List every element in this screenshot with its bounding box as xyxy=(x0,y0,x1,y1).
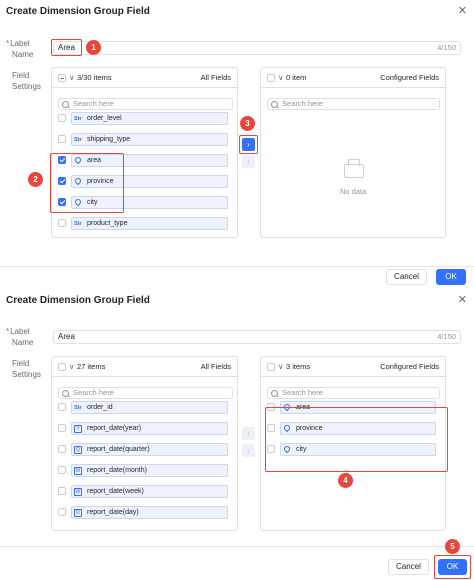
date-type-icon: Q xyxy=(74,445,82,454)
dialog-title: Create Dimension Group Field xyxy=(6,6,150,17)
list-item[interactable]: Qreport_date(quarter) xyxy=(71,443,228,456)
item-checkbox[interactable] xyxy=(58,466,66,474)
list-item[interactable]: Mreport_date(month) xyxy=(71,464,228,477)
list-item-label: report_date(day) xyxy=(87,509,139,516)
search-input[interactable]: Search here xyxy=(58,98,233,110)
annotation-box-3 xyxy=(239,135,258,154)
item-checkbox[interactable] xyxy=(58,114,66,122)
close-icon[interactable]: ✕ xyxy=(458,293,467,306)
list-item-label: report_date(year) xyxy=(87,425,142,432)
move-left-button[interactable]: ‹ xyxy=(242,444,255,457)
list-item[interactable]: Str product_type xyxy=(71,217,228,230)
annotation-box-5 xyxy=(434,555,471,579)
panel-title: Configured Fields xyxy=(380,362,439,371)
search-icon xyxy=(62,390,69,397)
panel-header: ∨ 3 items Configured Fields xyxy=(261,357,445,377)
list-item-label: report_date(week) xyxy=(87,488,144,495)
list-item[interactable]: Yreport_date(year) xyxy=(71,422,228,435)
item-checkbox[interactable] xyxy=(58,403,66,411)
empty-inbox-icon xyxy=(344,159,364,178)
label-name-input[interactable]: Area 4/150 xyxy=(53,330,461,344)
string-type-icon: Str xyxy=(74,137,82,143)
char-count: 4/150 xyxy=(437,43,456,52)
list-item-label: shipping_type xyxy=(87,136,131,143)
annotation-badge-1: 1 xyxy=(86,40,101,55)
panel-title: All Fields xyxy=(200,73,231,82)
string-type-icon: Str xyxy=(74,221,82,227)
move-left-button[interactable]: ‹ xyxy=(242,155,255,168)
move-right-button[interactable]: › xyxy=(242,427,255,440)
annotation-box-4 xyxy=(265,407,448,472)
dialog-title: Create Dimension Group Field xyxy=(6,295,150,306)
configured-fields-panel: ∨ 0 item Configured Fields Search here N… xyxy=(260,67,446,238)
date-type-icon: W xyxy=(74,487,82,496)
panel-header: ∨ 27 items All Fields xyxy=(52,357,237,377)
panel-header: ∨ 0 item Configured Fields xyxy=(261,68,445,88)
item-checkbox[interactable] xyxy=(58,445,66,453)
item-checkbox[interactable] xyxy=(58,424,66,432)
item-count: 3 items xyxy=(286,362,311,371)
close-icon[interactable]: ✕ xyxy=(458,4,467,17)
string-type-icon: Str xyxy=(74,116,82,122)
cancel-button[interactable]: Cancel xyxy=(388,559,429,575)
list-item[interactable]: Str shipping_type xyxy=(71,133,228,146)
ok-button[interactable]: OK xyxy=(436,269,466,285)
annotation-badge-3: 3 xyxy=(240,116,255,131)
item-count: 3/30 items xyxy=(77,73,112,82)
all-fields-panel: ∨ 27 items All Fields Search here Str ord… xyxy=(51,356,238,531)
list-item-label: order_level xyxy=(87,115,122,122)
list-item-label: report_date(month) xyxy=(87,467,147,474)
label-name-input[interactable]: Area 4/150 xyxy=(53,41,461,55)
bottom-dialog: Create Dimension Group Field ✕ *Label Nam… xyxy=(0,290,474,580)
item-checkbox[interactable] xyxy=(58,487,66,495)
date-type-icon: Y xyxy=(74,424,82,433)
list-item-label: order_id xyxy=(87,404,113,411)
date-type-icon: M xyxy=(74,466,82,475)
empty-text: No data xyxy=(340,187,367,196)
search-input[interactable]: Search here xyxy=(58,387,233,399)
char-count: 4/150 xyxy=(437,332,456,341)
list-item[interactable]: Dreport_date(day) xyxy=(71,506,228,519)
annotation-box-1 xyxy=(51,39,82,56)
annotation-badge-2: 2 xyxy=(28,172,43,187)
annotation-badge-5: 5 xyxy=(445,539,460,554)
list-item-label: product_type xyxy=(87,220,128,227)
string-type-icon: Str xyxy=(74,405,82,411)
panel-title: Configured Fields xyxy=(380,73,439,82)
select-all-checkbox[interactable] xyxy=(267,74,275,82)
list-item[interactable]: Wreport_date(week) xyxy=(71,485,228,498)
panel-title: All Fields xyxy=(200,362,231,371)
field-settings-label: Field Settings xyxy=(12,359,41,379)
search-input[interactable]: Search here xyxy=(267,387,440,399)
item-count: 0 item xyxy=(286,73,307,82)
item-checkbox[interactable] xyxy=(58,508,66,516)
cancel-button[interactable]: Cancel xyxy=(386,269,427,285)
item-checkbox[interactable] xyxy=(58,135,66,143)
item-checkbox[interactable] xyxy=(58,219,66,227)
search-icon xyxy=(62,101,69,108)
field-settings-label: Field Settings xyxy=(12,71,41,91)
annotation-box-2 xyxy=(50,153,124,213)
label-name-label: *Label Name xyxy=(6,327,34,347)
list-item[interactable]: Str order_level xyxy=(71,112,228,125)
label-name-label: *Label Name xyxy=(6,39,34,59)
search-icon xyxy=(271,390,278,397)
list-item[interactable]: Str order_id xyxy=(71,401,228,414)
top-dialog: Create Dimension Group Field ✕ *Label Nam… xyxy=(0,0,474,290)
list-item-label: report_date(quarter) xyxy=(87,446,150,453)
search-input[interactable]: Search here xyxy=(267,98,440,110)
item-count: 27 items xyxy=(77,362,106,371)
search-icon xyxy=(271,101,278,108)
annotation-badge-4: 4 xyxy=(338,473,353,488)
select-all-checkbox[interactable] xyxy=(58,363,66,371)
panel-header: ∨ 3/30 items All Fields xyxy=(52,68,237,88)
date-type-icon: D xyxy=(74,508,82,517)
select-all-checkbox[interactable] xyxy=(58,74,66,82)
select-all-checkbox[interactable] xyxy=(267,363,275,371)
